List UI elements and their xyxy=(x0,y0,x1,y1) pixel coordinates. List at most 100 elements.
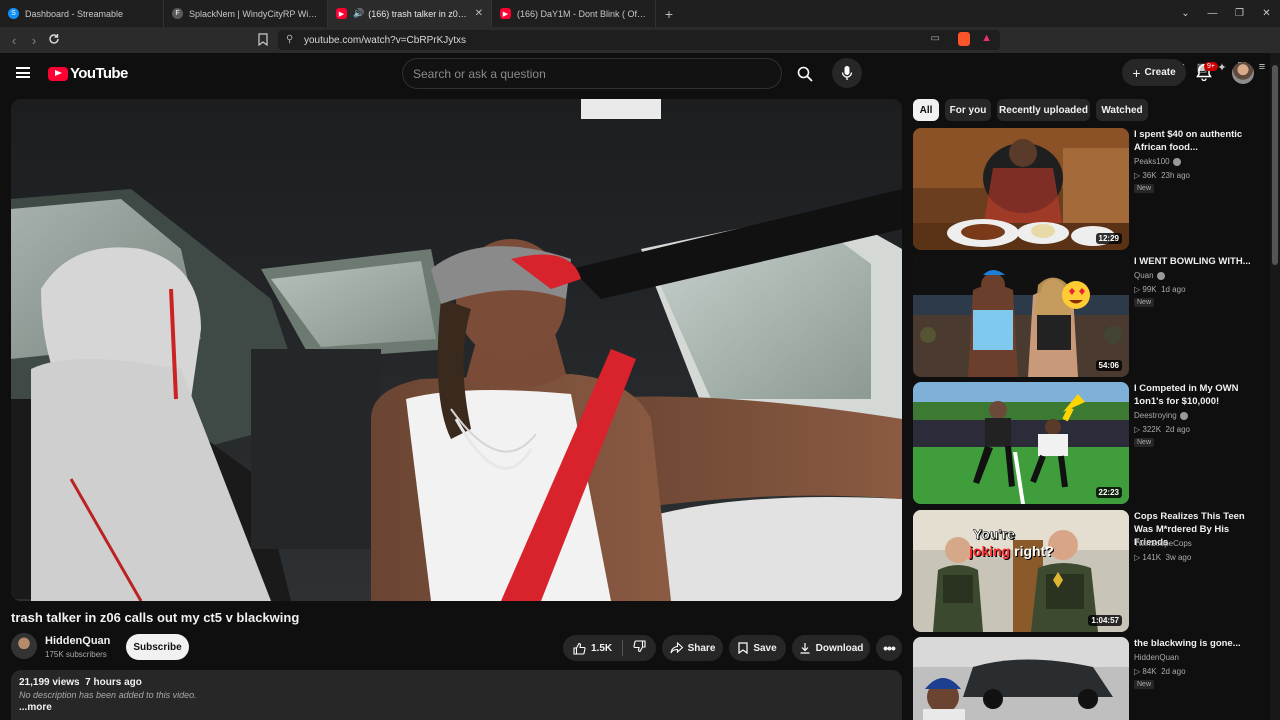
new-tab-button[interactable]: + xyxy=(656,6,682,22)
search-input[interactable]: Search or ask a question xyxy=(402,58,782,89)
forward-icon[interactable]: › xyxy=(24,33,44,48)
notification-count-badge: 9+ xyxy=(1204,62,1218,71)
fandom-favicon-icon: F xyxy=(172,8,183,19)
search-button[interactable] xyxy=(787,58,823,89)
window-controls: ⌄ — ❐ ✕ xyxy=(1172,0,1280,27)
youtube-logo[interactable]: YouTube xyxy=(48,65,128,82)
address-bar[interactable]: ⚲ youtube.com/watch?v=CbRPrKJytxs ▭ ▲ xyxy=(278,30,1000,50)
site-info-icon[interactable]: ⚲ xyxy=(286,34,293,45)
video-thumbnail[interactable] xyxy=(913,637,1129,720)
dislike-button[interactable] xyxy=(633,640,646,656)
chip-recently-uploaded[interactable]: Recently uploaded xyxy=(997,99,1090,121)
views: 84K xyxy=(1142,667,1157,676)
like-button[interactable]: 1.5K xyxy=(573,642,612,655)
view-count: 21,199 views xyxy=(19,677,80,688)
divider xyxy=(622,640,624,656)
verified-badge-icon xyxy=(1179,411,1188,420)
chip-all[interactable]: All xyxy=(913,99,939,121)
close-tab-icon[interactable]: ✕ xyxy=(475,8,483,19)
views: 36K xyxy=(1142,171,1157,180)
share-label: Share xyxy=(687,642,716,654)
video-title: trash talker in z06 calls out my ct5 v b… xyxy=(11,610,300,625)
recommended-video[interactable]: You're joking right? 1:04:57 Cops Realiz… xyxy=(913,510,1263,632)
minimize-icon[interactable]: — xyxy=(1199,8,1226,19)
channel-name[interactable]: HiddenQuan xyxy=(45,635,110,647)
download-button[interactable]: Download xyxy=(792,635,870,661)
video-title[interactable]: I spent $40 on authentic African food... xyxy=(1134,128,1262,154)
channel-name[interactable]: Peaks100 xyxy=(1134,157,1181,166)
ago: 2d ago xyxy=(1161,667,1186,676)
youtube-favicon-icon: ▶ xyxy=(500,8,511,19)
browser-tab-fandom[interactable]: F SplackNem | WindyCityRP Wiki | Fandom xyxy=(164,0,328,27)
chip-watched[interactable]: Watched xyxy=(1096,99,1148,121)
url-text: youtube.com/watch?v=CbRPrKJytxs xyxy=(304,34,467,46)
thumbnail-image xyxy=(913,510,1129,632)
microphone-icon xyxy=(841,66,853,80)
chip-for-you[interactable]: For you xyxy=(945,99,991,121)
close-window-icon[interactable]: ✕ xyxy=(1253,8,1280,19)
recommended-video[interactable]: 22:23 I Competed in My OWN 1on1's for $1… xyxy=(913,382,1263,504)
video-thumbnail[interactable]: 54:06 xyxy=(913,255,1129,377)
video-meta: ▷ 84K 2d ago xyxy=(1134,667,1186,676)
video-thumbnail[interactable]: You're joking right? 1:04:57 xyxy=(913,510,1129,632)
ago: 1d ago xyxy=(1161,285,1186,294)
channel-name[interactable]: HiddenQuan xyxy=(1134,653,1179,662)
hamburger-menu-icon[interactable] xyxy=(16,67,30,78)
ago: 2d ago xyxy=(1165,425,1190,434)
more-horizontal-icon: ••• xyxy=(883,640,896,656)
description-box[interactable]: 21,199 views 7 hours ago No description … xyxy=(11,670,902,720)
save-button[interactable]: Save xyxy=(729,635,786,661)
subscribe-button[interactable]: Subscribe xyxy=(126,634,189,660)
maximize-icon[interactable]: ❐ xyxy=(1226,8,1253,19)
more-actions-button[interactable]: ••• xyxy=(876,635,902,661)
cast-icon[interactable]: ▭ xyxy=(931,33,940,44)
channel-name[interactable]: TwinScopeCops xyxy=(1134,539,1192,548)
browser-tab-youtube-2[interactable]: ▶ (166) DaY1M - Dont Blink ( Official Vi… xyxy=(492,0,656,27)
recommended-video[interactable]: 54:06 I WENT BOWLING WITH... Quan ▷ 99K … xyxy=(913,255,1263,377)
video-title[interactable]: I Competed in My OWN 1on1's for $10,000! xyxy=(1134,382,1262,408)
reload-icon[interactable] xyxy=(44,33,64,48)
views: 322K xyxy=(1142,425,1162,434)
tab-search-chevron-icon[interactable]: ⌄ xyxy=(1172,8,1199,19)
channel-name[interactable]: Deestroying xyxy=(1134,411,1188,420)
share-button[interactable]: Share xyxy=(662,635,723,661)
voice-search-button[interactable] xyxy=(832,58,862,88)
video-frame-image xyxy=(11,99,902,601)
new-badge: New xyxy=(1134,184,1155,193)
scrollbar-thumb[interactable] xyxy=(1272,65,1278,265)
browser-tab-streamable[interactable]: S Dashboard - Streamable xyxy=(0,0,164,27)
video-player[interactable] xyxy=(11,99,902,601)
thumbnail-text-joking: joking xyxy=(969,543,1011,559)
bookmark-icon[interactable] xyxy=(258,33,268,51)
channel-name[interactable]: Quan xyxy=(1134,271,1165,280)
thumbnail-image xyxy=(913,128,1129,250)
brave-shield-icon[interactable] xyxy=(958,32,970,46)
download-icon xyxy=(800,643,810,654)
show-more-link[interactable]: ...more xyxy=(19,702,894,713)
recommended-video[interactable]: the blackwing is gone... HiddenQuan ▷ 84… xyxy=(913,637,1263,720)
account-avatar[interactable] xyxy=(1232,62,1254,84)
channel-avatar[interactable] xyxy=(11,633,37,659)
thumbnail-text-right: right? xyxy=(1014,543,1054,559)
recommended-video[interactable]: 12:29 I spent $40 on authentic African f… xyxy=(913,128,1263,250)
thumbs-down-icon xyxy=(633,640,646,653)
brave-rewards-icon[interactable]: ▲ xyxy=(981,32,992,44)
channel-text: Deestroying xyxy=(1134,411,1177,420)
speaker-icon[interactable]: 🔊 xyxy=(353,8,364,19)
video-duration: 1:04:57 xyxy=(1088,615,1122,626)
browser-tab-youtube-active[interactable]: ▶ 🔊 (166) trash talker in z06 calls out … xyxy=(328,0,492,27)
page-scrollbar[interactable] xyxy=(1270,53,1280,720)
back-icon[interactable]: ‹ xyxy=(4,33,24,48)
new-badge: New xyxy=(1134,438,1155,447)
video-title[interactable]: I WENT BOWLING WITH... xyxy=(1134,255,1262,268)
logo-text: YouTube xyxy=(70,65,128,82)
tab-title: (166) trash talker in z06 calls out my c… xyxy=(368,8,468,19)
video-meta: ▷ 141K 3w ago xyxy=(1134,553,1192,562)
video-title[interactable]: the blackwing is gone... xyxy=(1134,637,1262,650)
video-meta: ▷ 36K 23h ago xyxy=(1134,171,1190,180)
video-duration: 54:06 xyxy=(1095,360,1122,371)
create-button[interactable]: + Create xyxy=(1122,59,1186,86)
video-thumbnail[interactable]: 22:23 xyxy=(913,382,1129,504)
download-label: Download xyxy=(815,642,864,654)
video-thumbnail[interactable]: 12:29 xyxy=(913,128,1129,250)
